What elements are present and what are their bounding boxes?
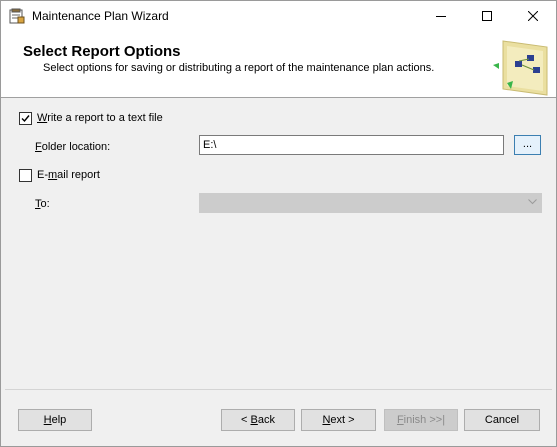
- folder-location-input[interactable]: E:\: [199, 135, 504, 155]
- wizard-header: Select Report Options Select options for…: [1, 31, 556, 98]
- maintenance-plan-icon: [9, 8, 25, 24]
- wizard-banner-icon: [493, 40, 548, 96]
- footer-divider: [5, 389, 552, 390]
- title-bar[interactable]: Maintenance Plan Wizard: [1, 1, 556, 31]
- back-button[interactable]: < Back: [221, 409, 295, 431]
- window-title: Maintenance Plan Wizard: [32, 9, 169, 23]
- finish-button[interactable]: Finish >>|: [384, 409, 458, 431]
- email-report-label[interactable]: E-mail report: [37, 169, 100, 181]
- folder-location-label: Folder location:: [35, 141, 111, 153]
- minimize-icon: [436, 16, 446, 17]
- cancel-button[interactable]: Cancel: [464, 409, 540, 431]
- write-report-checkbox[interactable]: [19, 112, 32, 125]
- wizard-window: Maintenance Plan Wizard Select Report Op…: [0, 0, 557, 447]
- write-report-label[interactable]: Write a report to a text file: [37, 112, 163, 124]
- help-button[interactable]: Help: [18, 409, 92, 431]
- browse-folder-button[interactable]: ...: [514, 135, 541, 155]
- close-button[interactable]: [510, 1, 556, 31]
- minimize-button[interactable]: [418, 1, 464, 31]
- to-operator-select[interactable]: [199, 193, 542, 213]
- maximize-button[interactable]: [464, 1, 510, 31]
- check-icon: [21, 115, 30, 123]
- close-icon: [528, 11, 538, 21]
- email-report-checkbox[interactable]: [19, 169, 32, 182]
- next-button[interactable]: Next >: [301, 409, 376, 431]
- to-label: To:: [35, 198, 50, 210]
- maximize-icon: [482, 11, 492, 21]
- page-subtitle: Select options for saving or distributin…: [43, 62, 435, 74]
- page-title: Select Report Options: [23, 43, 181, 60]
- chevron-down-icon: [528, 199, 537, 205]
